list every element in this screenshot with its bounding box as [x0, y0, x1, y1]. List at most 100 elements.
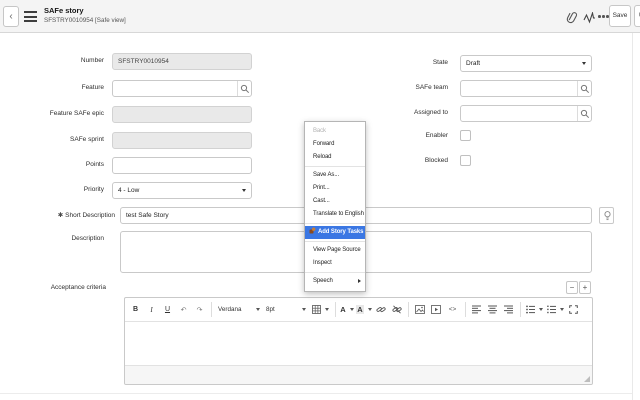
undo-icon[interactable]: ↶: [176, 301, 191, 318]
bullet-list-icon: [526, 305, 535, 314]
underline-button[interactable]: U: [160, 301, 175, 318]
image-icon: [415, 305, 425, 314]
menu-item-save-as[interactable]: Save As...: [305, 169, 365, 182]
bullet-list-button[interactable]: [524, 301, 544, 318]
feature-field[interactable]: [112, 80, 252, 97]
text-color-button[interactable]: A: [339, 301, 355, 318]
font-family-select[interactable]: Verdana: [215, 301, 263, 318]
browser-context-menu: Back Forward Reload Save As... Print... …: [304, 121, 366, 292]
safe-team-search-icon[interactable]: [577, 81, 591, 96]
state-select[interactable]: Draft: [460, 55, 592, 72]
chevron-down-icon: [242, 189, 246, 192]
paperclip-icon[interactable]: [566, 10, 580, 24]
expand-editor-button[interactable]: +: [579, 281, 591, 294]
feature-safe-epic-field: [112, 106, 252, 123]
assigned-to-field[interactable]: [460, 105, 592, 122]
save-button[interactable]: Save: [609, 5, 631, 27]
record-number-view: SFSTRY0010954 [Safe view]: [44, 17, 126, 24]
points-field[interactable]: [112, 157, 252, 174]
activity-stream-icon[interactable]: [583, 11, 597, 25]
field-label-priority: Priority: [0, 186, 104, 193]
form-header: ‹ SAFe story SFSTRY0010954 [Safe view] S…: [0, 0, 640, 33]
fullscreen-icon: [569, 305, 578, 314]
menu-item-view-page-source[interactable]: View Page Source: [305, 244, 365, 257]
menu-item-inspect[interactable]: Inspect: [305, 257, 365, 270]
menu-separator: [305, 166, 365, 167]
remove-link-button[interactable]: [389, 301, 404, 318]
align-right-button[interactable]: [501, 301, 516, 318]
menu-item-translate[interactable]: Translate to English: [305, 208, 365, 221]
fullscreen-button[interactable]: [566, 301, 581, 318]
blocked-checkbox[interactable]: [460, 155, 471, 166]
menu-separator: [305, 223, 365, 224]
assigned-to-input[interactable]: [461, 106, 578, 121]
field-label-acceptance-criteria: Acceptance criteria: [0, 284, 106, 291]
priority-value: 4 - Low: [118, 187, 139, 194]
font-size-select[interactable]: 8pt: [263, 301, 309, 318]
background-color-button[interactable]: A: [356, 301, 372, 318]
page-title: SAFe story: [44, 6, 84, 15]
table-button[interactable]: [309, 301, 331, 318]
form-bottom-divider: [0, 393, 632, 394]
menu-item-cast[interactable]: Cast...: [305, 195, 365, 208]
source-code-button[interactable]: <>: [444, 301, 461, 318]
align-left-icon: [472, 305, 481, 314]
bold-button[interactable]: B: [128, 301, 143, 318]
content-right-divider: [632, 33, 633, 400]
add-story-tasks-extension-icon: [309, 227, 316, 234]
safe-team-field[interactable]: [460, 80, 592, 97]
insert-image-button[interactable]: [412, 301, 427, 318]
align-center-button[interactable]: [485, 301, 500, 318]
safe-team-input[interactable]: [461, 81, 578, 96]
menu-item-back: Back: [305, 125, 365, 138]
menu-separator: [305, 241, 365, 242]
menu-item-add-story-tasks[interactable]: Add Story Tasks: [305, 226, 365, 239]
assigned-to-search-icon[interactable]: [577, 106, 591, 121]
field-label-feature: Feature: [0, 84, 104, 91]
editor-toolbar: B I U ↶ ↷ Verdana 8pt: [125, 298, 592, 322]
field-label-points: Points: [0, 161, 104, 168]
menu-item-print[interactable]: Print...: [305, 182, 365, 195]
chevron-down-icon: [256, 308, 260, 311]
resize-handle[interactable]: [584, 376, 590, 382]
field-label-state: State: [344, 59, 448, 66]
insert-media-button[interactable]: [428, 301, 443, 318]
suggestion-lightbulb-button[interactable]: [599, 207, 614, 224]
safe-sprint-input: [113, 133, 251, 148]
numbered-list-icon: [547, 305, 556, 314]
acceptance-criteria-editor: B I U ↶ ↷ Verdana 8pt: [124, 297, 593, 385]
update-button[interactable]: Update: [634, 5, 640, 27]
chevron-down-icon: [368, 308, 372, 311]
field-label-safe-sprint: SAFe sprint: [0, 136, 104, 143]
table-icon: [312, 305, 321, 314]
points-input[interactable]: [113, 158, 251, 173]
hamburger-menu-icon[interactable]: [24, 11, 37, 22]
collapse-editor-button[interactable]: −: [566, 281, 578, 294]
submenu-arrow-icon: [358, 279, 361, 283]
state-value: Draft: [466, 60, 480, 67]
number-field: [112, 53, 252, 70]
insert-link-button[interactable]: [373, 301, 388, 318]
feature-input[interactable]: [113, 81, 238, 96]
field-label-description: Description: [0, 235, 104, 242]
required-marker: ✱: [58, 212, 63, 219]
enabler-checkbox[interactable]: [460, 130, 471, 141]
menu-item-reload[interactable]: Reload: [305, 151, 365, 164]
align-left-button[interactable]: [469, 301, 484, 318]
menu-item-speech[interactable]: Speech: [305, 275, 365, 288]
redo-icon[interactable]: ↷: [192, 301, 207, 318]
priority-select[interactable]: 4 - Low: [112, 182, 252, 199]
back-button[interactable]: ‹: [3, 6, 19, 27]
numbered-list-button[interactable]: [545, 301, 565, 318]
chevron-down-icon: [539, 308, 543, 311]
field-label-safe-team: SAFe team: [344, 84, 448, 91]
safe-story-form-page: ‹ SAFe story SFSTRY0010954 [Safe view] S…: [0, 0, 640, 400]
lightbulb-icon: [604, 211, 611, 222]
feature-search-icon[interactable]: [237, 81, 251, 96]
chevron-down-icon: [350, 308, 354, 311]
chevron-down-icon: [560, 308, 564, 311]
italic-button[interactable]: I: [144, 301, 159, 318]
menu-item-forward[interactable]: Forward: [305, 138, 365, 151]
editor-content-area[interactable]: [125, 322, 592, 365]
align-center-icon: [488, 305, 497, 314]
